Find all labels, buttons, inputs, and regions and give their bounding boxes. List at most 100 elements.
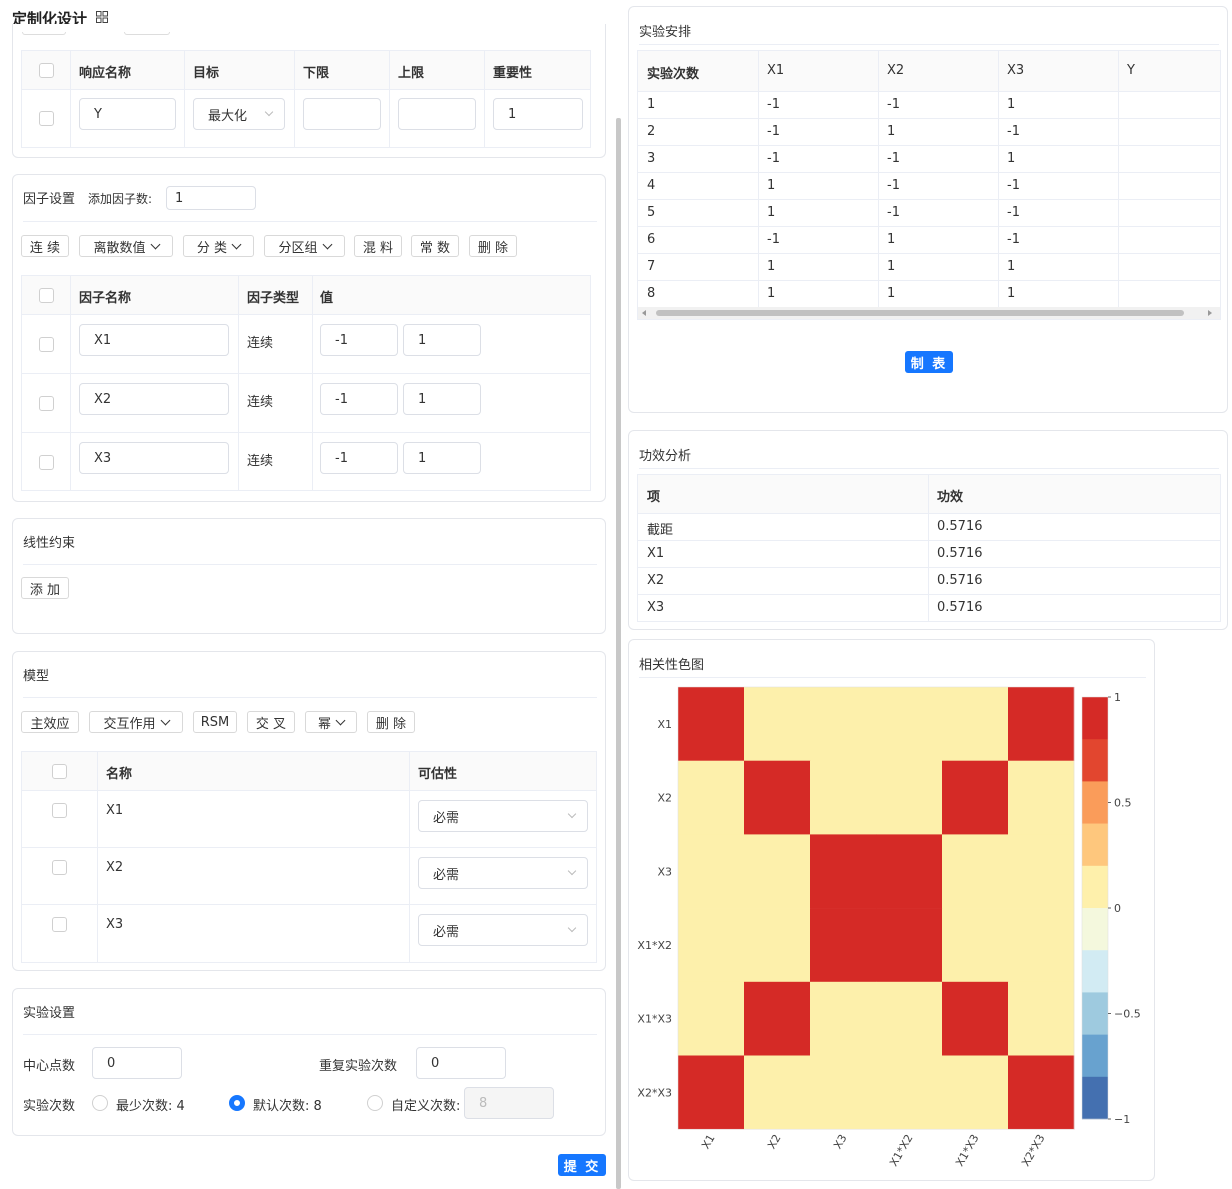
- center-points-input[interactable]: 0: [92, 1047, 182, 1079]
- schedule-cell: 1: [767, 286, 776, 301]
- heatmap-cell: [942, 687, 1009, 761]
- select-all-checkbox[interactable]: [52, 764, 67, 779]
- row-checkbox[interactable]: [39, 111, 54, 126]
- heatmap-x-label: X3: [831, 1132, 850, 1151]
- colorbar-label: −0.5: [1114, 1008, 1141, 1021]
- min-runs-radio[interactable]: [92, 1095, 108, 1111]
- category-button[interactable]: 分 类: [183, 235, 254, 257]
- heatmap-cell: [678, 834, 745, 909]
- chevron-down-icon: [150, 239, 160, 249]
- chevron-down-icon: [567, 866, 577, 876]
- heatmap-cell: [1008, 834, 1075, 909]
- custom-runs-radio[interactable]: [367, 1095, 383, 1111]
- delete-factor-button[interactable]: 删 除: [469, 235, 517, 257]
- correlation-heatmap: X1 X2 X3 X1*X2 X1*X3 X2*X3 X1 X2 X3 X1*X2 X1*X3 X2*…: [637, 686, 1141, 1169]
- goal-select[interactable]: 最大化: [193, 98, 285, 130]
- default-runs-radio[interactable]: [229, 1095, 245, 1111]
- power-button[interactable]: 幂: [305, 711, 357, 733]
- schedule-table: 实验次数 X1 X2 X3 Y 1 -1 -1 1 2 -1 1 -1 3 -1 -1 1 4 1 -1 -1…: [637, 50, 1221, 320]
- factor-high-input[interactable]: 1: [403, 442, 481, 474]
- add-constraint-button[interactable]: 添 加: [21, 577, 69, 599]
- factor-name-input[interactable]: X2: [79, 383, 229, 415]
- chevron-down-icon: [335, 715, 346, 725]
- heatmap-cell: [876, 908, 943, 983]
- chevron-down-icon: [231, 239, 242, 249]
- main-effect-button[interactable]: 主效应: [21, 711, 79, 733]
- factor-low-input[interactable]: -1: [320, 383, 398, 415]
- factor-name-input[interactable]: X1: [79, 324, 229, 356]
- horizontal-scrollbar[interactable]: [638, 307, 1220, 319]
- schedule-cell: -1: [767, 124, 780, 139]
- estimability-select[interactable]: 必需: [418, 914, 588, 946]
- schedule-cell: 1: [767, 205, 776, 220]
- heatmap-cell: [678, 1055, 745, 1130]
- select-all-checkbox[interactable]: [39, 63, 54, 78]
- constraints-panel: 线性约束 添 加: [12, 518, 606, 634]
- discrete-button[interactable]: 离散数值: [79, 235, 173, 257]
- row-checkbox[interactable]: [39, 455, 54, 470]
- factor-low-input[interactable]: -1: [320, 442, 398, 474]
- make-table-button[interactable]: 制 表: [905, 351, 953, 373]
- heatmap-cell: [876, 834, 943, 909]
- response-name-input[interactable]: Y: [79, 98, 176, 130]
- heatmap-x-label: X2: [765, 1132, 784, 1151]
- heatmap-cell: [942, 981, 1009, 1056]
- heatmap-cell: [876, 981, 943, 1056]
- scroll-right-arrow-icon[interactable]: [1208, 310, 1212, 316]
- heatmap-y-label: X2*X3: [637, 1086, 672, 1099]
- scroll-left-arrow-icon[interactable]: [642, 310, 646, 316]
- row-checkbox[interactable]: [39, 337, 54, 352]
- mixture-button[interactable]: 混 料: [354, 235, 402, 257]
- schedule-cell: -1: [1007, 205, 1020, 220]
- importance-input[interactable]: 1: [493, 98, 583, 130]
- schedule-cell: 1: [647, 97, 656, 112]
- custom-runs-input[interactable]: 8: [464, 1087, 554, 1119]
- heatmap-cell: [810, 760, 877, 835]
- experiment-title: 实验设置: [23, 1006, 76, 1021]
- schedule-title: 实验安排: [639, 25, 692, 40]
- constant-button[interactable]: 常 数: [411, 235, 459, 257]
- select-all-checkbox[interactable]: [39, 288, 54, 303]
- row-checkbox[interactable]: [52, 917, 67, 932]
- heatmap-cell: [744, 908, 811, 983]
- col-header: 响应名称: [79, 66, 132, 81]
- power-value: 0.5716: [937, 546, 983, 561]
- add-factor-label: 添加因子数:: [88, 192, 153, 206]
- estimability-select[interactable]: 必需: [418, 800, 588, 832]
- heatmap-cell: [876, 760, 943, 835]
- heatmap-y-label: X1*X3: [637, 1013, 672, 1026]
- factor-name-input[interactable]: X3: [79, 442, 229, 474]
- left-scrollbar[interactable]: [616, 118, 621, 1189]
- min-runs-label: 最少次数: 4: [116, 1099, 185, 1114]
- row-checkbox[interactable]: [52, 860, 67, 875]
- heatmap-cell: [678, 981, 745, 1056]
- factor-high-input[interactable]: 1: [403, 324, 481, 356]
- factor-low-input[interactable]: -1: [320, 324, 398, 356]
- interaction-button[interactable]: 交互作用: [89, 711, 183, 733]
- schedule-cell: 1: [887, 124, 896, 139]
- upper-input[interactable]: [398, 98, 476, 130]
- add-factor-input[interactable]: 1: [166, 186, 256, 210]
- lower-input[interactable]: [303, 98, 381, 130]
- schedule-cell: -1: [767, 232, 780, 247]
- row-checkbox[interactable]: [52, 803, 67, 818]
- response-panel-top-fade: [20, 32, 172, 36]
- continuous-button[interactable]: 连 续: [21, 235, 69, 257]
- heatmap-cell: [744, 687, 811, 761]
- row-checkbox[interactable]: [39, 396, 54, 411]
- repeat-input[interactable]: 0: [416, 1047, 506, 1079]
- delete-term-button[interactable]: 删 除: [367, 711, 415, 733]
- estimability-select[interactable]: 必需: [418, 857, 588, 889]
- rsm-button[interactable]: RSM: [193, 711, 237, 733]
- cross-button[interactable]: 交 叉: [247, 711, 295, 733]
- scrollbar-thumb[interactable]: [656, 310, 1184, 316]
- factor-high-input[interactable]: 1: [403, 383, 481, 415]
- experiment-panel: 实验设置 中心点数 0 重复实验次数 0 实验次数 最少次数: 4 默认次数: …: [12, 988, 606, 1136]
- repeat-label: 重复实验次数: [319, 1059, 398, 1074]
- factor-type: 连续: [247, 336, 274, 351]
- submit-button[interactable]: 提 交: [558, 1154, 606, 1176]
- col-header: 因子类型: [247, 291, 300, 306]
- block-button[interactable]: 分区组: [264, 235, 345, 257]
- col-header: X3: [1007, 63, 1025, 78]
- grid-icon[interactable]: [96, 11, 108, 23]
